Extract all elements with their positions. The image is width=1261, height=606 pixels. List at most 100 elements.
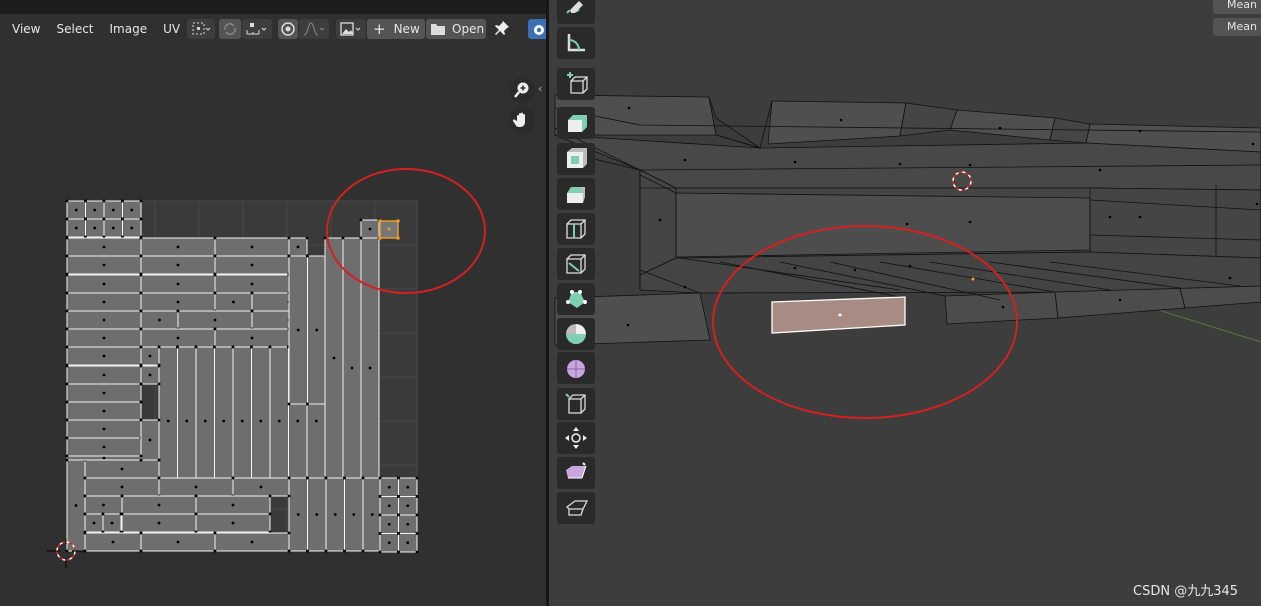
uv-vertex[interactable]	[139, 236, 143, 240]
uv-vertex[interactable]	[250, 345, 253, 349]
uv-vertex[interactable]	[139, 364, 143, 368]
uv-vertex[interactable]	[65, 254, 69, 258]
tool-bevel[interactable]	[557, 178, 595, 210]
uv-vertex[interactable]	[287, 402, 291, 406]
uv-vertex[interactable]	[83, 476, 87, 480]
uv-vertex[interactable]	[65, 418, 69, 422]
uv-vertex[interactable]	[101, 512, 105, 516]
uv-vertex[interactable]	[231, 345, 235, 349]
uv-vertex[interactable]	[65, 400, 69, 404]
uv-vertex[interactable]	[65, 345, 69, 349]
uv-vertex[interactable]	[287, 531, 291, 535]
uv-vertex[interactable]	[397, 476, 400, 480]
uv-vertex[interactable]	[378, 495, 382, 498]
tool-annotate[interactable]	[557, 0, 595, 24]
uv-vertex[interactable]	[65, 382, 69, 386]
uv-vertex[interactable]	[306, 549, 309, 553]
pivot-dropdown[interactable]	[187, 19, 215, 39]
tool-loop-cut[interactable]	[557, 213, 595, 245]
uv-vertex[interactable]	[65, 436, 69, 440]
uv-vertex[interactable]	[213, 273, 217, 277]
uv-vertex[interactable]	[139, 217, 143, 221]
uv-vertex[interactable]	[83, 531, 87, 535]
uv-vertex[interactable]	[157, 476, 161, 480]
uv-vertex[interactable]	[84, 199, 87, 203]
pin-button[interactable]	[493, 19, 513, 39]
uv-vertex[interactable]	[324, 476, 328, 480]
uv-vertex[interactable]	[65, 291, 69, 295]
uv-vertex[interactable]	[102, 217, 106, 221]
mean-e-field[interactable]: Mean E	[1213, 0, 1261, 14]
uv-vertex[interactable]	[139, 549, 143, 553]
uv-vertex[interactable]	[343, 476, 346, 480]
menu-uv[interactable]: UV	[155, 14, 188, 44]
tool-shrink-fatten[interactable]	[557, 422, 595, 454]
uv-sync-toggle[interactable]	[219, 19, 241, 39]
uv-vertex[interactable]	[378, 476, 382, 480]
uv-vertex[interactable]	[359, 236, 363, 240]
uv-vertex[interactable]	[306, 402, 309, 406]
uv-vertex[interactable]	[139, 382, 143, 386]
editor-type-button[interactable]	[528, 19, 546, 39]
uv-vertex[interactable]	[268, 345, 272, 349]
uv-vertex[interactable]	[213, 549, 217, 553]
uv-vertex[interactable]	[84, 217, 87, 221]
uv-vertex[interactable]	[65, 236, 69, 240]
tool-knife[interactable]	[557, 248, 595, 280]
open-image-button[interactable]: Open	[426, 19, 486, 39]
snap-dropdown[interactable]	[242, 19, 272, 39]
menu-select[interactable]: Select	[48, 14, 101, 44]
tool-rip[interactable]	[557, 492, 595, 524]
tool-poly-build[interactable]	[557, 283, 595, 315]
uv-vertex[interactable]	[361, 476, 365, 480]
uv-vertex[interactable]	[213, 291, 217, 295]
uv-vertex[interactable]	[176, 345, 179, 349]
tool-shear[interactable]	[557, 457, 595, 489]
uv-vertex[interactable]	[65, 217, 69, 221]
uv-vertex[interactable]	[121, 217, 124, 221]
uv-vertex[interactable]	[323, 236, 327, 240]
uv-vertex[interactable]	[120, 512, 124, 516]
uv-vertex[interactable]	[287, 494, 291, 498]
uv-vertex[interactable]	[65, 364, 69, 368]
uv-vertex[interactable]	[305, 236, 309, 240]
uv-vertex[interactable]	[65, 309, 69, 313]
uv-vertex[interactable]	[139, 327, 143, 331]
uv-vertex[interactable]	[378, 532, 382, 535]
uv-vertex[interactable]	[65, 549, 69, 553]
uv-vertex[interactable]	[139, 291, 143, 295]
tool-inset[interactable]	[557, 143, 595, 175]
uv-vertex[interactable]	[397, 550, 400, 554]
tool-extrude[interactable]	[557, 107, 595, 139]
mean-c-field[interactable]: Mean C	[1213, 18, 1261, 36]
uv-vertex[interactable]	[157, 458, 161, 462]
uv-vertex[interactable]	[157, 382, 161, 386]
uv-vertex[interactable]	[139, 273, 143, 277]
uv-vertex[interactable]	[139, 531, 143, 535]
uv-islands[interactable]	[65, 199, 419, 554]
tool-edge-slide[interactable]	[557, 388, 595, 420]
uv-canvas[interactable]	[0, 44, 546, 606]
uv-vertex[interactable]	[213, 531, 217, 535]
uv-vertex[interactable]	[341, 236, 345, 240]
uv-vertex[interactable]	[139, 458, 143, 462]
new-image-button[interactable]: + New	[367, 19, 425, 39]
image-browse-dropdown[interactable]	[336, 19, 366, 39]
uv-vertex[interactable]	[65, 327, 69, 331]
uv-vertex[interactable]	[139, 199, 143, 203]
uv-vertex[interactable]	[194, 345, 198, 349]
tool-measure[interactable]	[557, 27, 595, 59]
uv-vertex[interactable]	[139, 454, 143, 458]
uv-vertex[interactable]	[83, 512, 87, 516]
uv-vertex[interactable]	[306, 476, 309, 480]
uv-vertex[interactable]	[213, 345, 216, 349]
uv-vertex[interactable]	[194, 494, 198, 498]
uv-vertex[interactable]	[102, 199, 106, 203]
uv-vertex[interactable]	[378, 550, 382, 554]
falloff-dropdown[interactable]	[299, 19, 329, 39]
menu-image[interactable]: Image	[102, 14, 156, 44]
uv-vertex[interactable]	[65, 199, 69, 203]
uv-vertex[interactable]	[397, 495, 400, 498]
uv-vertex[interactable]	[287, 549, 291, 553]
uv-vertex[interactable]	[287, 236, 291, 240]
